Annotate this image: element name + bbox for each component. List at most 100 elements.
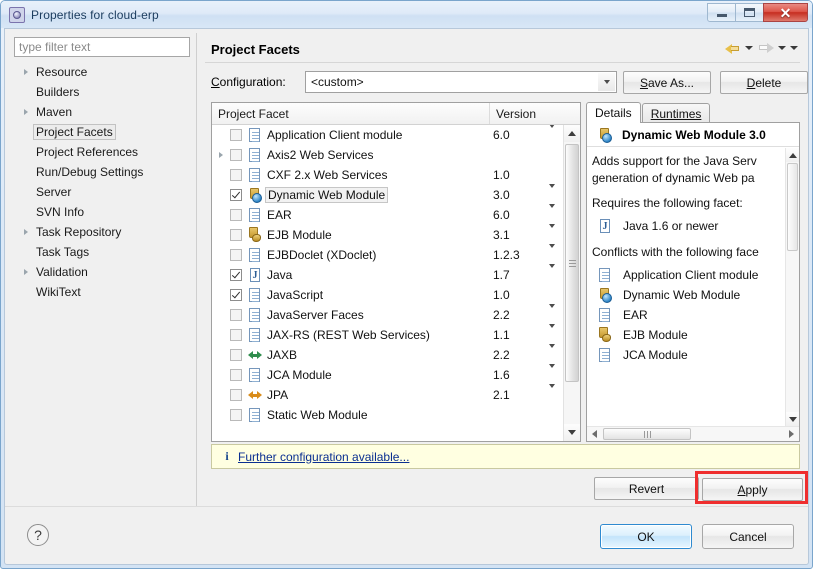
scroll-down-arrow-icon[interactable] [564, 424, 580, 441]
version-chevron-down-icon[interactable] [549, 228, 555, 242]
details-vertical-scrollbar[interactable] [785, 148, 799, 426]
cancel-button[interactable]: Cancel [702, 524, 794, 549]
expand-arrow-icon[interactable] [18, 269, 33, 275]
version-chevron-down-icon[interactable] [549, 248, 555, 262]
details-hscroll-thumb[interactable] [603, 428, 691, 440]
facet-checkbox[interactable] [230, 389, 242, 401]
table-row[interactable]: EAR6.0 [212, 205, 563, 225]
save-as-button[interactable]: Save As... [623, 71, 711, 94]
version-chevron-down-icon[interactable] [549, 268, 555, 282]
expand-arrow-icon[interactable] [212, 152, 230, 158]
expand-arrow-icon[interactable] [18, 109, 33, 115]
facet-checkbox[interactable] [230, 209, 242, 221]
ok-button[interactable]: OK [600, 524, 692, 549]
scrollbar-thumb[interactable] [565, 144, 579, 382]
minimize-button[interactable] [707, 3, 736, 22]
tab-details[interactable]: Details [586, 102, 641, 123]
spacer [592, 187, 785, 195]
apply-button[interactable]: Apply [702, 478, 803, 501]
sidebar-item-builders[interactable]: Builders [14, 82, 190, 102]
version-chevron-down-icon[interactable] [549, 328, 555, 342]
sidebar-item-server[interactable]: Server [14, 182, 190, 202]
configuration-select[interactable]: <custom> [305, 71, 617, 93]
table-row[interactable]: Static Web Module [212, 405, 563, 425]
page-menu-chevron-down-icon[interactable] [790, 46, 798, 50]
sidebar-item-validation[interactable]: Validation [14, 262, 190, 282]
facet-name: JPA [267, 388, 288, 402]
delete-button[interactable]: Delete [720, 71, 808, 94]
facet-checkbox[interactable] [230, 329, 242, 341]
facet-checkbox[interactable] [230, 169, 242, 181]
title-bar: Properties for cloud-erp ✕ [1, 1, 812, 28]
table-row[interactable]: JavaServer Faces2.2 [212, 305, 563, 325]
forward-arrow-icon[interactable] [757, 40, 774, 55]
table-row[interactable]: Application Client module6.0 [212, 125, 563, 145]
table-row[interactable]: JAX-RS (REST Web Services)1.1 [212, 325, 563, 345]
facet-checkbox[interactable] [230, 189, 242, 201]
table-row[interactable]: JPA2.1 [212, 385, 563, 405]
column-header-project-facet[interactable]: Project Facet [212, 103, 490, 124]
version-chevron-down-icon[interactable] [549, 188, 555, 202]
version-chevron-down-icon[interactable] [549, 388, 555, 402]
help-icon: ? [34, 527, 42, 543]
facet-checkbox[interactable] [230, 269, 242, 281]
table-row[interactable]: EJBDoclet (XDoclet)1.2.3 [212, 245, 563, 265]
further-configuration-link[interactable]: Further configuration available... [238, 450, 409, 464]
sidebar-item-wikitext[interactable]: WikiText [14, 282, 190, 302]
expand-arrow-icon[interactable] [18, 69, 33, 75]
version-chevron-down-icon[interactable] [549, 128, 555, 142]
sidebar-item-maven[interactable]: Maven [14, 102, 190, 122]
sidebar-item-project-facets[interactable]: Project Facets [14, 122, 190, 142]
facet-checkbox[interactable] [230, 369, 242, 381]
sidebar-item-svn-info[interactable]: SVN Info [14, 202, 190, 222]
details-scroll-left-arrow-icon[interactable] [587, 427, 602, 441]
tab-runtimes[interactable]: Runtimes [642, 103, 711, 123]
facet-checkbox[interactable] [230, 349, 242, 361]
facet-checkbox[interactable] [230, 409, 242, 421]
table-row[interactable]: JJava1.7 [212, 265, 563, 285]
details-vscroll-thumb[interactable] [787, 163, 798, 251]
maximize-button[interactable] [735, 3, 764, 22]
details-scroll-up-arrow-icon[interactable] [786, 148, 799, 162]
table-row[interactable]: CXF 2.x Web Services1.0 [212, 165, 563, 185]
table-row[interactable]: JAXB2.2 [212, 345, 563, 365]
facet-checkbox[interactable] [230, 309, 242, 321]
table-row[interactable]: Axis2 Web Services [212, 145, 563, 165]
filter-input[interactable]: type filter text [14, 37, 190, 57]
details-scroll-down-arrow-icon[interactable] [786, 412, 799, 426]
close-button[interactable]: ✕ [763, 3, 808, 22]
version-chevron-down-icon[interactable] [549, 348, 555, 362]
details-scroll-right-arrow-icon[interactable] [784, 427, 799, 441]
sidebar-item-task-tags[interactable]: Task Tags [14, 242, 190, 262]
facet-checkbox[interactable] [230, 249, 242, 261]
expand-arrow-icon[interactable] [18, 229, 33, 235]
sidebar-item-run-debug-settings[interactable]: Run/Debug Settings [14, 162, 190, 182]
version-chevron-down-icon[interactable] [549, 208, 555, 222]
chevron-down-icon[interactable] [598, 73, 615, 91]
back-menu-chevron-down-icon[interactable] [745, 46, 753, 50]
version-chevron-down-icon[interactable] [549, 368, 555, 382]
sidebar-item-resource[interactable]: Resource [14, 62, 190, 82]
table-vertical-scrollbar[interactable] [563, 125, 580, 441]
details-horizontal-scrollbar[interactable] [587, 426, 799, 441]
sidebar-item-project-references[interactable]: Project References [14, 142, 190, 162]
page-title: Project Facets [211, 42, 300, 57]
forward-menu-chevron-down-icon[interactable] [778, 46, 786, 50]
facet-checkbox[interactable] [230, 289, 242, 301]
table-row[interactable]: JavaScript1.0 [212, 285, 563, 305]
scroll-up-arrow-icon[interactable] [564, 125, 580, 142]
configuration-row: Configuration: <custom> Save As... Delet… [211, 71, 800, 95]
sidebar-item-task-repository[interactable]: Task Repository [14, 222, 190, 242]
table-row[interactable]: Dynamic Web Module3.0 [212, 185, 563, 205]
version-chevron-down-icon[interactable] [549, 308, 555, 322]
revert-button[interactable]: Revert [594, 477, 699, 500]
column-header-version[interactable]: Version [490, 103, 563, 124]
facet-checkbox[interactable] [230, 229, 242, 241]
back-arrow-icon[interactable] [725, 41, 741, 55]
table-row[interactable]: JCA Module1.6 [212, 365, 563, 385]
facet-checkbox[interactable] [230, 149, 242, 161]
help-button[interactable]: ? [27, 524, 49, 546]
table-row[interactable]: EJB Module3.1 [212, 225, 563, 245]
table-rows: Application Client module6.0Axis2 Web Se… [212, 125, 563, 441]
facet-checkbox[interactable] [230, 129, 242, 141]
